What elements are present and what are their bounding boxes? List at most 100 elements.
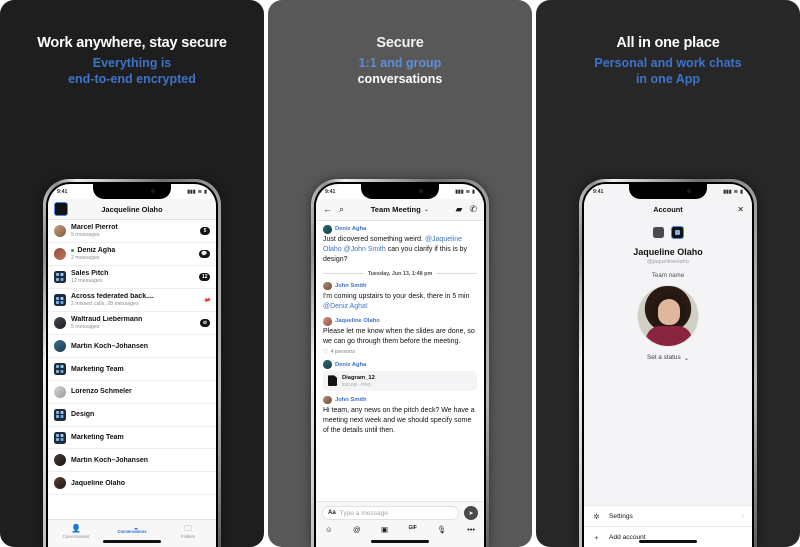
conversation-list[interactable]: Marcel Pierrot 5 messages 5 Deniz Agha 2… [48,220,216,519]
chat-header: ← ⌕ Team Meeting ⌄ ▰ ✆ [316,199,484,221]
conversations-header: Jacqueline Olaho [48,199,216,220]
list-item-name: Martin Koch–Johansen [71,342,149,350]
mention-icon[interactable]: @ [353,525,361,534]
composer-toolbar: ☺ @ ▣ GIF 🎙 ••• [322,520,478,534]
message-body: Just dicovered something weird. @Jaqueli… [323,235,477,266]
front-camera-icon [419,189,423,193]
list-item[interactable]: Marcel Pierrot 5 messages 5 [48,220,216,244]
list-item-text: Marketing Team [71,366,210,373]
phone-screen-account: 9:41 ▮▮▮ ≋ ▮ Account ✕ Jaqueline Olaho @… [584,184,752,547]
personal-account-avatar[interactable] [652,227,664,238]
group-avatar-icon [54,408,66,421]
phone-mockup-3: 9:41 ▮▮▮ ≋ ▮ Account ✕ Jaqueline Olaho @… [579,179,757,547]
list-item[interactable]: Jaqueline Olaho [48,472,216,496]
status-indicators-3: ▮▮▮ ≋ ▮ [723,189,743,195]
message-author: John Smith [335,282,367,289]
list-item-name: Sales Pitch [71,270,109,278]
plus-icon: + [594,532,599,542]
group-avatar-icon [54,294,66,307]
format-text-icon[interactable]: Aa [328,510,336,516]
settings-row[interactable]: ✲ Settings › [584,505,752,526]
phone-bezel-1: 9:41 ▮▮▮ ≋ ▮ Jacqueline Olaho Marcel Pie… [46,182,218,547]
panel-1-subline-1: Everything is [92,56,172,70]
account-handle: @jaquelineolaho [647,258,689,265]
message-reactions[interactable]: ♡ 4 persons [323,349,477,355]
chevron-down-icon: ⌄ [423,207,429,213]
list-item[interactable]: Waltraud Liebermann 5 messages ⊘ [48,312,216,336]
phone-bezel-3: 9:41 ▮▮▮ ≋ ▮ Account ✕ Jaqueline Olaho @… [582,182,754,547]
page-title: Account [653,205,683,214]
list-item-text: Sales Pitch 12 messages [71,270,194,284]
message-mention[interactable]: @Deniz Agha! [323,303,368,310]
person-icon: 👤 [71,523,81,533]
list-item[interactable]: Lorenzo Schmeler [48,381,216,404]
send-button[interactable]: ➤ [464,506,478,520]
message-input-placeholder: Type a message [339,509,389,517]
back-arrow-icon[interactable]: ← [323,205,332,214]
work-account-avatar[interactable] [670,226,684,239]
emoji-icon[interactable]: ☺ [325,525,333,534]
message-author: Deniz Agha [335,226,367,233]
message-input[interactable]: Aa Type a message [322,506,459,520]
list-item[interactable]: Marketing Team [48,427,216,450]
day-separator: Tuesday, Jun 13, 1:48 pm [323,271,478,277]
list-item[interactable]: Deniz Agha 2 messages 💬 [48,243,216,267]
list-item[interactable]: Marketing Team [48,358,216,382]
microphone-icon[interactable]: 🎙 [437,525,447,534]
chevron-down-icon: ⌄ [683,354,690,362]
promo-panel-secure: Work anywhere, stay secure Everything is… [0,0,264,547]
signal-icon: ▮▮▮ [723,188,732,195]
gear-icon: ✲ [593,511,600,521]
phone-mockup-2: 9:41 ▮▮▮ ≋ ▮ ← ⌕ Team Meeting ⌄ ▰ ✆ Deni… [311,179,489,547]
tab-conversations[interactable]: Conversations [104,520,160,540]
file-attachment[interactable]: Diagram_12 530 KB · PNG [323,370,477,391]
status-indicators-2: ▮▮▮ ≋ ▮ [455,189,475,195]
tab-conversations-people[interactable]: 👤 Conversations [48,520,104,540]
set-status-button[interactable]: Set a status ⌄ [647,354,689,362]
message-body: Hi team, any news on the pitch deck? We … [323,406,475,435]
list-item[interactable]: Martin Koch–Johansen [48,449,216,473]
battery-icon: ▮ [472,188,475,195]
profile-photo[interactable] [637,284,699,347]
work-logo-icon [674,230,680,235]
camera-icon[interactable]: ▣ [381,525,388,534]
list-item-name: Deniz Agha [71,247,194,254]
account-switcher[interactable] [652,226,684,239]
list-item-subtitle: 5 messages [71,232,100,239]
chat-message-list[interactable]: Deniz Agha Just dicovered something weir… [316,221,484,501]
photo-body [646,325,692,346]
front-camera-icon [687,189,691,193]
home-indicator-2 [371,540,429,543]
search-icon[interactable]: ⌕ [339,205,344,214]
notch-3 [629,184,707,199]
list-item-text: Across federated back.... 2 missed calls… [71,293,198,307]
add-account-row[interactable]: + Add account [584,526,752,547]
avatar [323,225,332,234]
avatar [54,248,66,261]
close-icon[interactable]: ✕ [737,205,744,214]
phone-icon[interactable]: ✆ [469,205,477,214]
signal-icon: ▮▮▮ [455,188,464,195]
more-icon[interactable]: ••• [467,525,475,534]
list-item-subtitle: 5 messages [71,324,100,331]
panel-3-caption: All in one place Personal and work chats… [536,0,800,87]
list-item[interactable]: Across federated back.... 2 missed calls… [48,289,216,313]
list-item[interactable]: Design [48,404,216,427]
status-time-3: 9:41 [593,188,604,195]
folder-icon: 🗀 [184,523,192,533]
list-item[interactable]: Sales Pitch 12 messages 12 [48,266,216,290]
video-camera-icon[interactable]: ▰ [456,205,463,214]
list-item-name: Design [71,411,95,419]
avatar [54,454,66,467]
list-item-name: Martin Koch–Johansen [71,456,149,464]
promo-panel-one-place: All in one place Personal and work chats… [536,0,800,547]
account-header: Account ✕ [584,199,752,220]
avatar [323,317,332,326]
list-item[interactable]: Martin Koch–Johansen [48,335,216,359]
gif-icon[interactable]: GIF [408,525,416,534]
tab-folders[interactable]: 🗀 Folders [160,520,216,540]
chat-title[interactable]: Team Meeting ⌄ [351,205,448,214]
panel-3-subline: Personal and work chats in one App [536,55,800,87]
message-header: John Smith [323,395,477,405]
avatar [323,360,332,369]
